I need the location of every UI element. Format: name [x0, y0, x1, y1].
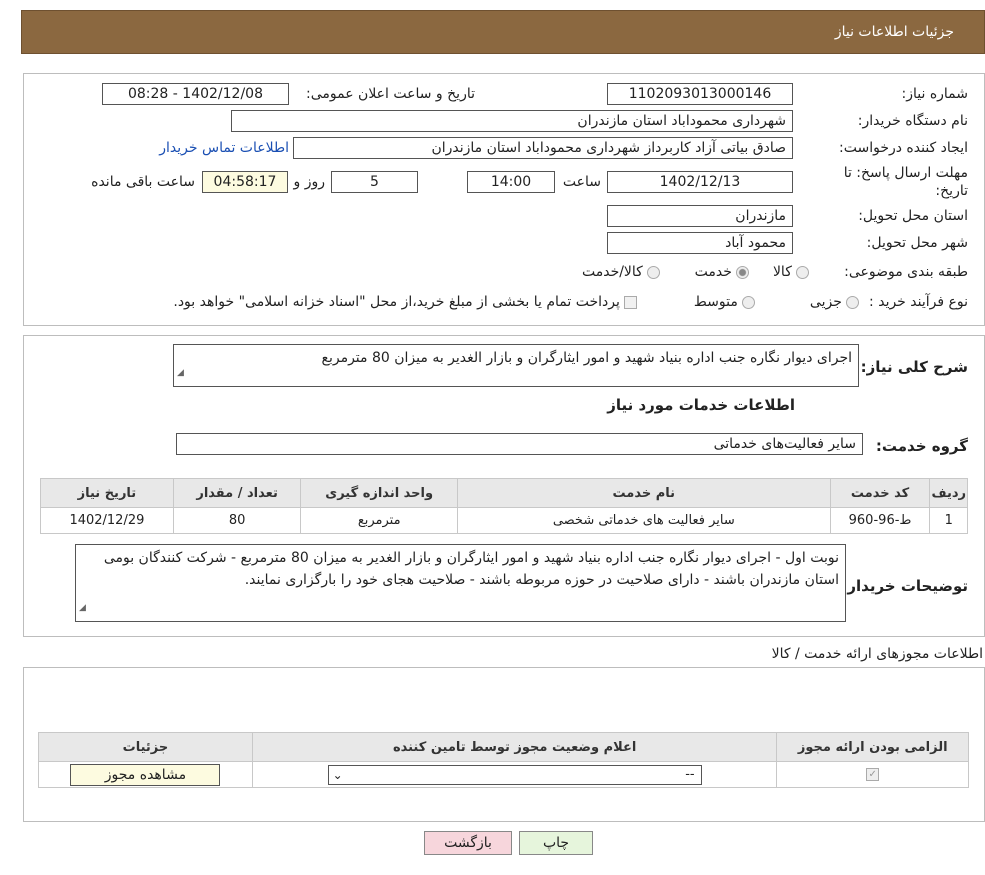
- need-number-label: شماره نیاز:: [901, 86, 969, 102]
- permits-table: الزامی بودن ارائه مجوز اعلام وضعیت مجوز …: [38, 732, 969, 788]
- services-heading: اطلاعات خدمات مورد نیاز: [607, 396, 795, 414]
- radio-service[interactable]: [736, 266, 749, 279]
- city-label: شهر محل تحویل:: [866, 235, 968, 251]
- page-header: جزئیات اطلاعات نیاز: [21, 10, 985, 54]
- process-option-medium[interactable]: متوسط: [694, 294, 755, 310]
- days-field: 5: [331, 171, 418, 193]
- buyer-notes-label: توضیحات خریدار:: [841, 577, 968, 595]
- cell-service-name: سایر فعالیت های خدماتی شخصی: [456, 507, 831, 534]
- remaining-label: ساعت باقی مانده: [91, 174, 195, 190]
- announce-field: 1402/12/08 - 08:28: [102, 83, 289, 105]
- cell-unit: مترمربع: [300, 507, 458, 534]
- resize-grip-icon[interactable]: ◢: [177, 362, 184, 384]
- permit-required-checkbox: ✓: [866, 768, 880, 781]
- print-button[interactable]: چاپ: [519, 831, 593, 855]
- category-label: طبقه بندی موضوعی:: [844, 264, 968, 280]
- service-group-label: گروه خدمت:: [875, 437, 968, 455]
- cell-permit-required: ✓: [776, 761, 969, 788]
- buyer-contact-link[interactable]: اطلاعات تماس خریدار: [159, 140, 289, 156]
- process-option-minor[interactable]: جزیی: [810, 294, 859, 310]
- radio-goods[interactable]: [796, 266, 809, 279]
- buyer-notes-textarea[interactable]: نوبت اول - اجرای دیوار نگاره جنب اداره ب…: [75, 544, 846, 622]
- col-unit: واحد اندازه گیری: [300, 478, 458, 508]
- category-option-service[interactable]: خدمت: [695, 264, 749, 280]
- permits-heading: اطلاعات مجوزهای ارائه خدمت / کالا: [771, 646, 983, 662]
- buyer-org-field: شهرداری محموداباد استان مازندران: [231, 110, 793, 132]
- need-number-field: 1102093013000146: [607, 83, 793, 105]
- summary-textarea[interactable]: اجرای دیوار نگاره جنب اداره بنیاد شهید و…: [173, 344, 859, 387]
- process-label: نوع فرآیند خرید :: [869, 294, 968, 310]
- treasury-checkbox[interactable]: [624, 296, 637, 309]
- deadline-time-label: ساعت: [562, 174, 601, 190]
- col-permit-details: جزئیات: [38, 732, 253, 762]
- deadline-label-date: تاریخ:: [935, 183, 968, 199]
- treasury-payment-option[interactable]: پرداخت تمام یا بخشی از مبلغ خرید،از محل …: [173, 294, 637, 310]
- category-option-goods[interactable]: کالا: [773, 264, 809, 280]
- radio-minor[interactable]: [846, 296, 859, 309]
- days-label: روز و: [293, 174, 326, 190]
- cell-need-date: 1402/12/29: [40, 507, 174, 534]
- page-title: جزئیات اطلاعات نیاز: [834, 24, 954, 40]
- cell-permit-details: مشاهده مجوز: [38, 761, 253, 788]
- province-label: استان محل تحویل:: [858, 208, 968, 224]
- col-quantity: تعداد / مقدار: [172, 478, 302, 508]
- services-table-header: ردیف کد خدمت نام خدمت واحد اندازه گیری ت…: [40, 478, 968, 508]
- deadline-date-field: 1402/12/13: [607, 171, 793, 193]
- city-field: محمود آباد: [607, 232, 793, 254]
- cell-row: 1: [929, 507, 968, 534]
- permit-row: ✓ -- ⌄ مشاهده مجوز: [38, 761, 969, 788]
- creator-field: صادق بیاتی آزاد کاربرداز شهرداری محموداب…: [293, 137, 793, 159]
- announce-label: تاریخ و ساعت اعلان عمومی:: [306, 86, 475, 102]
- remaining-time-field: 04:58:17: [202, 171, 288, 193]
- cell-permit-status: -- ⌄: [251, 761, 778, 788]
- deadline-time-field: 14:00: [467, 171, 555, 193]
- province-field: مازندران: [607, 205, 793, 227]
- service-group-field: سایر فعالیت‌های خدماتی: [176, 433, 863, 455]
- permit-status-select[interactable]: -- ⌄: [327, 764, 702, 785]
- cell-service-code: ط-96-960: [829, 507, 931, 534]
- permits-table-header: الزامی بودن ارائه مجوز اعلام وضعیت مجوز …: [38, 732, 969, 762]
- col-service-code: کد خدمت: [829, 478, 931, 508]
- summary-label: شرح کلی نیاز:: [860, 358, 968, 376]
- cell-quantity: 80: [172, 507, 302, 534]
- deadline-label: مهلت ارسال پاسخ: تا: [843, 165, 968, 181]
- radio-medium[interactable]: [742, 296, 755, 309]
- category-option-goods-service[interactable]: کالا/خدمت: [582, 264, 660, 280]
- creator-label: ایجاد کننده درخواست:: [839, 140, 968, 156]
- services-table: ردیف کد خدمت نام خدمت واحد اندازه گیری ت…: [40, 478, 968, 534]
- resize-grip-icon[interactable]: ◢: [79, 597, 86, 619]
- col-permit-required: الزامی بودن ارائه مجوز: [776, 732, 969, 762]
- table-row: 1 ط-96-960 سایر فعالیت های خدماتی شخصی م…: [40, 507, 968, 534]
- col-permit-status: اعلام وضعیت مجوز توسط تامین کننده: [251, 732, 778, 762]
- back-button[interactable]: بازگشت: [424, 831, 512, 855]
- buyer-org-label: نام دستگاه خریدار:: [857, 113, 968, 129]
- col-service-name: نام خدمت: [456, 478, 831, 508]
- col-need-date: تاریخ نیاز: [40, 478, 174, 508]
- view-permit-button[interactable]: مشاهده مجوز: [70, 763, 221, 786]
- radio-goods-service[interactable]: [647, 266, 660, 279]
- chevron-down-icon: ⌄: [332, 767, 343, 782]
- col-row: ردیف: [929, 478, 968, 508]
